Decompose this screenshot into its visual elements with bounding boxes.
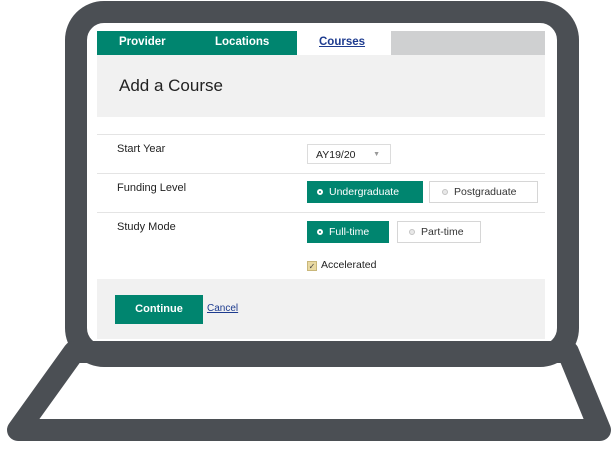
funding-postgraduate-radio[interactable]: Postgraduate xyxy=(429,181,538,203)
funding-level-label: Funding Level xyxy=(117,182,187,194)
radio-icon xyxy=(409,229,415,235)
cancel-link[interactable]: Cancel xyxy=(207,303,238,314)
illustration: Provider Locations Courses Add a Course … xyxy=(0,0,611,449)
study-mode-label: Study Mode xyxy=(117,221,176,233)
tab-bar: Provider Locations Courses xyxy=(97,31,545,55)
page-header: Add a Course xyxy=(97,55,545,117)
study-mode-fulltime-label: Full-time xyxy=(329,226,370,238)
radio-icon xyxy=(317,189,323,195)
funding-undergraduate-radio[interactable]: Undergraduate xyxy=(307,181,423,203)
app-screen: Provider Locations Courses Add a Course … xyxy=(97,31,545,339)
row-divider xyxy=(97,173,545,174)
accelerated-label: Accelerated xyxy=(321,259,377,271)
start-year-select[interactable]: AY19/20 ▼ xyxy=(307,144,391,164)
radio-icon xyxy=(317,229,323,235)
tab-courses[interactable]: Courses xyxy=(297,31,391,55)
checkmark-icon: ✓ xyxy=(307,261,317,271)
continue-button[interactable]: Continue xyxy=(115,295,203,324)
form-footer: Continue Cancel xyxy=(97,279,545,339)
tab-locations[interactable]: Locations xyxy=(187,31,297,55)
page-title: Add a Course xyxy=(119,76,223,95)
row-divider xyxy=(97,134,545,135)
study-mode-parttime-label: Part-time xyxy=(421,226,464,238)
row-divider xyxy=(97,212,545,213)
accelerated-checkbox[interactable]: ✓ Accelerated xyxy=(307,259,376,271)
funding-postgraduate-label: Postgraduate xyxy=(454,186,517,198)
start-year-label: Start Year xyxy=(117,143,166,155)
tab-provider-label: Provider xyxy=(119,36,166,48)
tab-courses-label: Courses xyxy=(319,36,366,48)
tab-locations-label: Locations xyxy=(215,36,270,48)
start-year-value: AY19/20 xyxy=(316,149,356,161)
funding-undergraduate-label: Undergraduate xyxy=(329,186,400,198)
chevron-down-icon: ▼ xyxy=(373,151,380,158)
study-mode-fulltime-radio[interactable]: Full-time xyxy=(307,221,389,243)
study-mode-parttime-radio[interactable]: Part-time xyxy=(397,221,481,243)
radio-icon xyxy=(442,189,448,195)
tab-provider[interactable]: Provider xyxy=(97,31,187,55)
